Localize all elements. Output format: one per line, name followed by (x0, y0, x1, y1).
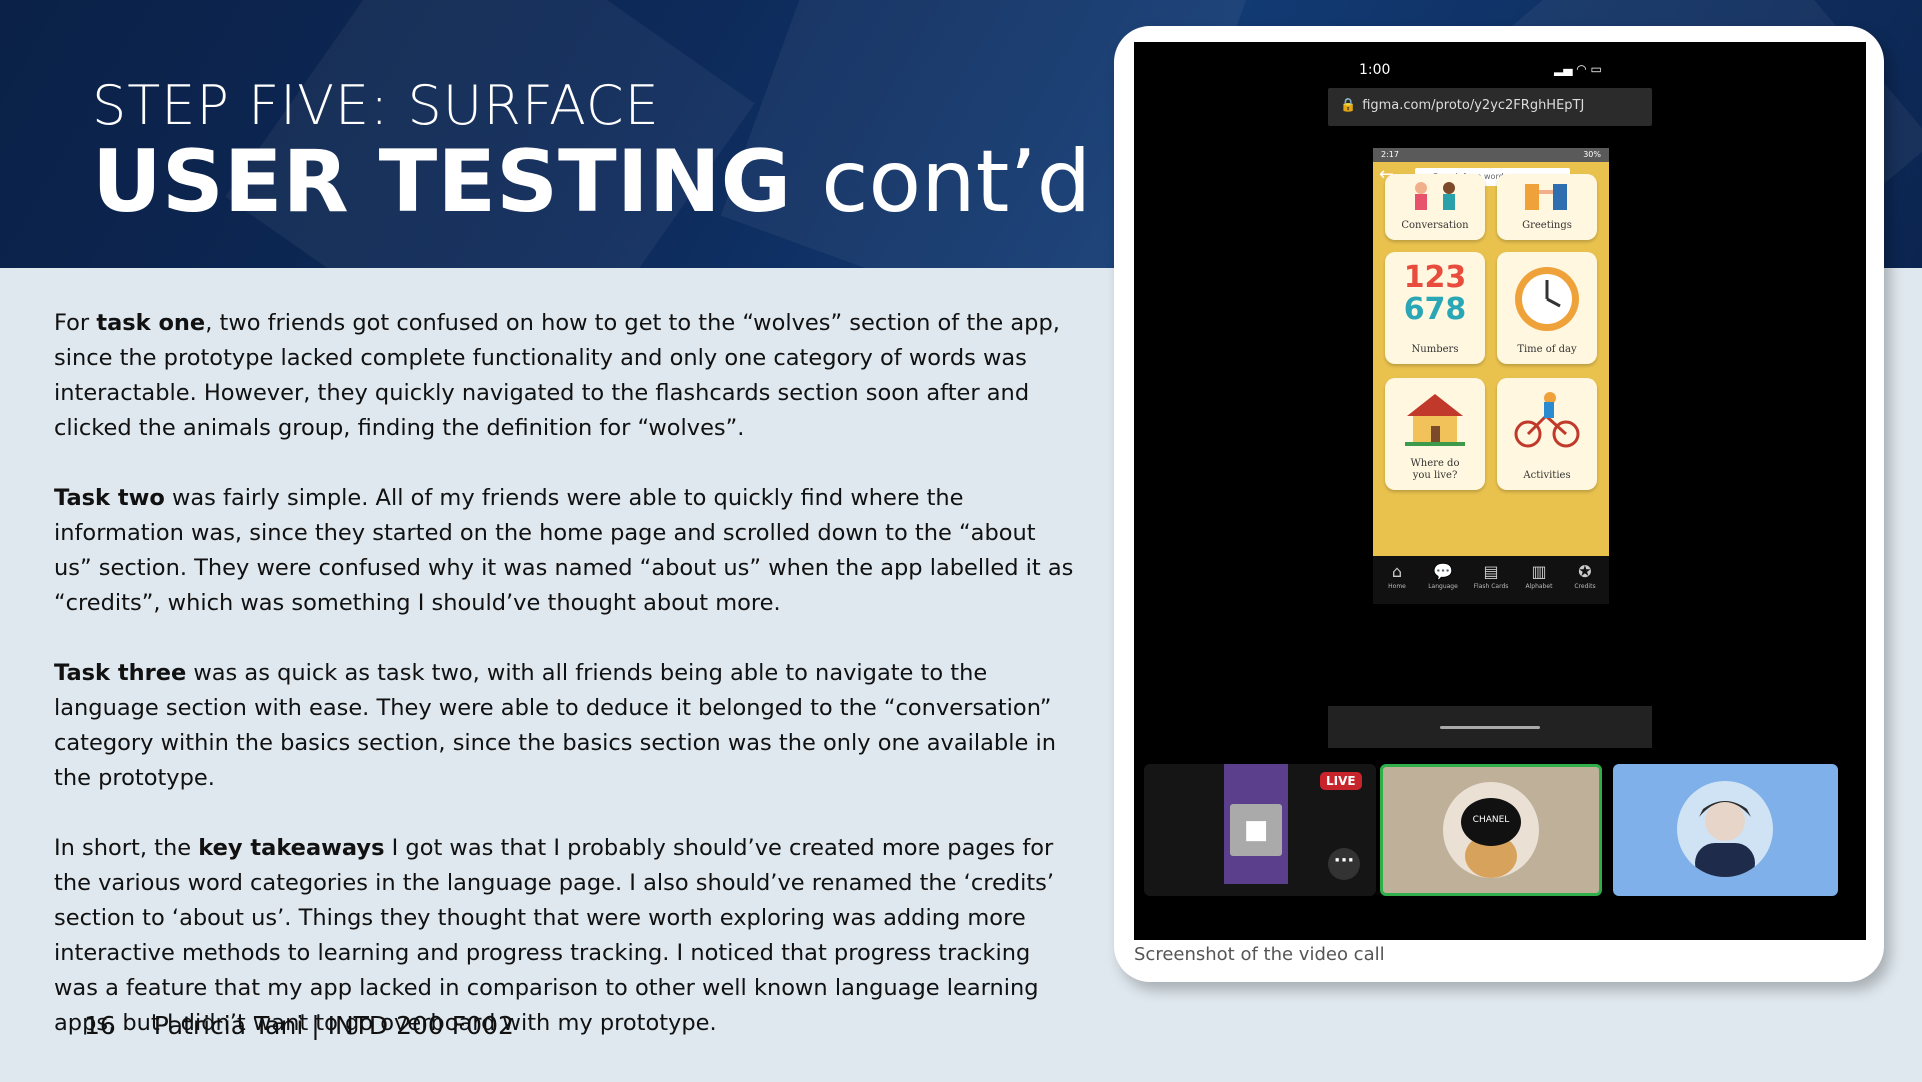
tile-numbers[interactable]: 123 678 Numbers (1385, 252, 1485, 364)
paragraph-task-one: For task one, two friends got confused o… (54, 306, 1074, 446)
participant-tile-user[interactable] (1613, 764, 1838, 896)
paragraph-keyword: key takeaways (198, 835, 385, 861)
author-course: Patricia Tani | INTD 200 F002 (153, 1011, 514, 1040)
nav-label: Credits (1574, 583, 1596, 590)
app-prototype: 2:17 30% ← ⌕ Search for a word... Conver… (1373, 148, 1609, 604)
phone-battery: 30% (1583, 150, 1601, 159)
award-icon: ✪ (1578, 562, 1592, 581)
signal-wifi-battery-icon: ▂▄ ◠ ▭ (1554, 62, 1602, 76)
title-bold: USER TESTING (92, 132, 792, 232)
figure-caption: Screenshot of the video call (1134, 944, 1385, 965)
house-icon (1405, 392, 1465, 450)
cyclist-icon (1512, 390, 1582, 454)
nav-language[interactable]: 💬 Language (1421, 562, 1465, 590)
nav-alphabet[interactable]: ▥ Alphabet (1517, 562, 1561, 590)
status-time: 1:00 (1359, 62, 1391, 78)
step-title: STEP FIVE: SURFACE (92, 74, 660, 137)
paragraph-rest: was as quick as task two, with all frien… (54, 660, 1056, 791)
url-text: figma.com/proto/y2yc2FRghHEpTJ (1362, 98, 1585, 113)
hat-text: CHANEL (1473, 815, 1510, 825)
avatar: CHANEL (1443, 782, 1539, 878)
clock-icon (1512, 264, 1582, 338)
participant-tile-speaker[interactable]: CHANEL (1380, 764, 1602, 896)
nav-credits[interactable]: ✪ Credits (1563, 562, 1607, 590)
phone-time: 2:17 (1381, 150, 1399, 159)
app-bottom-nav: ⌂ Home 💬 Language ▤ Flash Cards ▥ Alphabet ✪… (1373, 556, 1609, 604)
page-title: USER TESTING cont’d (92, 132, 1091, 232)
paragraph-lead: For (54, 310, 97, 336)
tile-conversation[interactable]: Conversation (1385, 174, 1485, 240)
people-greeting-icon (1517, 180, 1577, 210)
nav-label: Alphabet (1525, 583, 1553, 590)
tile-label: Numbers (1411, 344, 1459, 355)
people-talking-icon (1405, 180, 1465, 210)
video-camera-icon: ■ (1230, 804, 1282, 856)
tile-label: Conversation (1401, 220, 1469, 231)
nav-flash-cards[interactable]: ▤ Flash Cards (1469, 562, 1513, 590)
paragraph-task-two: Task two was fairly simple. All of my fr… (54, 481, 1074, 621)
browser-home-bar (1328, 706, 1652, 748)
paragraph-keyword: task one (96, 310, 206, 336)
paragraph-keyword: Task three (54, 660, 187, 686)
book-icon: ▥ (1531, 562, 1547, 581)
paragraph-keyword: Task two (54, 485, 165, 511)
paragraph-rest: was fairly simple. All of my friends wer… (54, 485, 1074, 616)
tile-label: Activities (1523, 470, 1571, 481)
live-badge: LIVE (1320, 772, 1362, 790)
title-light: cont’d (821, 132, 1092, 232)
paragraph-rest: I got was that I probably should’ve crea… (54, 835, 1055, 1036)
screenshot-card: 1:00 ▂▄ ◠ ▭ 🔒 figma.com/proto/y2yc2FRghHE… (1114, 26, 1884, 982)
shared-screen-preview: ■ (1224, 764, 1288, 884)
nav-label: Language (1428, 583, 1458, 590)
cards-icon: ▤ (1483, 562, 1499, 581)
paragraph-rest: , two friends got confused on how to get… (54, 310, 1060, 441)
body-text: For task one, two friends got confused o… (54, 306, 1074, 1076)
lock-icon: 🔒 (1340, 98, 1357, 113)
paragraph-task-three: Task three was as quick as task two, wit… (54, 656, 1074, 796)
paragraph-lead: In short, the (54, 835, 199, 861)
page-number: 16 (84, 1011, 116, 1040)
participant-tile-screen-share[interactable]: ■ LIVE ··· (1144, 764, 1376, 896)
numbers-art-bottom: 678 (1403, 292, 1467, 327)
browser-url-bar[interactable]: 🔒 figma.com/proto/y2yc2FRghHEpTJ (1328, 88, 1652, 126)
tile-label: Where do you live? (1410, 458, 1460, 481)
home-icon: ⌂ (1391, 562, 1403, 581)
paragraph-key-takeaways: In short, the key takeaways I got was th… (54, 831, 1074, 1041)
tile-time-of-day[interactable]: Time of day (1497, 252, 1597, 364)
speech-bubble-icon: 💬 (1433, 562, 1453, 581)
nav-label: Flash Cards (1473, 583, 1509, 590)
nav-home[interactable]: ⌂ Home (1375, 562, 1419, 590)
tile-label: Greetings (1522, 220, 1572, 231)
phone-status-bar: 2:17 30% (1373, 148, 1609, 162)
tile-greetings[interactable]: Greetings (1497, 174, 1597, 240)
nav-label: Home (1388, 583, 1406, 590)
video-call-screenshot: 1:00 ▂▄ ◠ ▭ 🔒 figma.com/proto/y2yc2FRghHE… (1134, 42, 1866, 940)
numbers-art-top: 123 (1403, 260, 1467, 295)
numbers-icon: 123 678 (1395, 262, 1475, 326)
tile-label: Time of day (1517, 344, 1577, 355)
tile-activities[interactable]: Activities (1497, 378, 1597, 490)
page-footer: 16 Patricia Tani | INTD 200 F002 (84, 1011, 514, 1040)
home-indicator (1440, 726, 1540, 729)
more-options-button[interactable]: ··· (1328, 848, 1360, 880)
avatar (1677, 781, 1773, 877)
tile-where-do-you-live[interactable]: Where do you live? (1385, 378, 1485, 490)
